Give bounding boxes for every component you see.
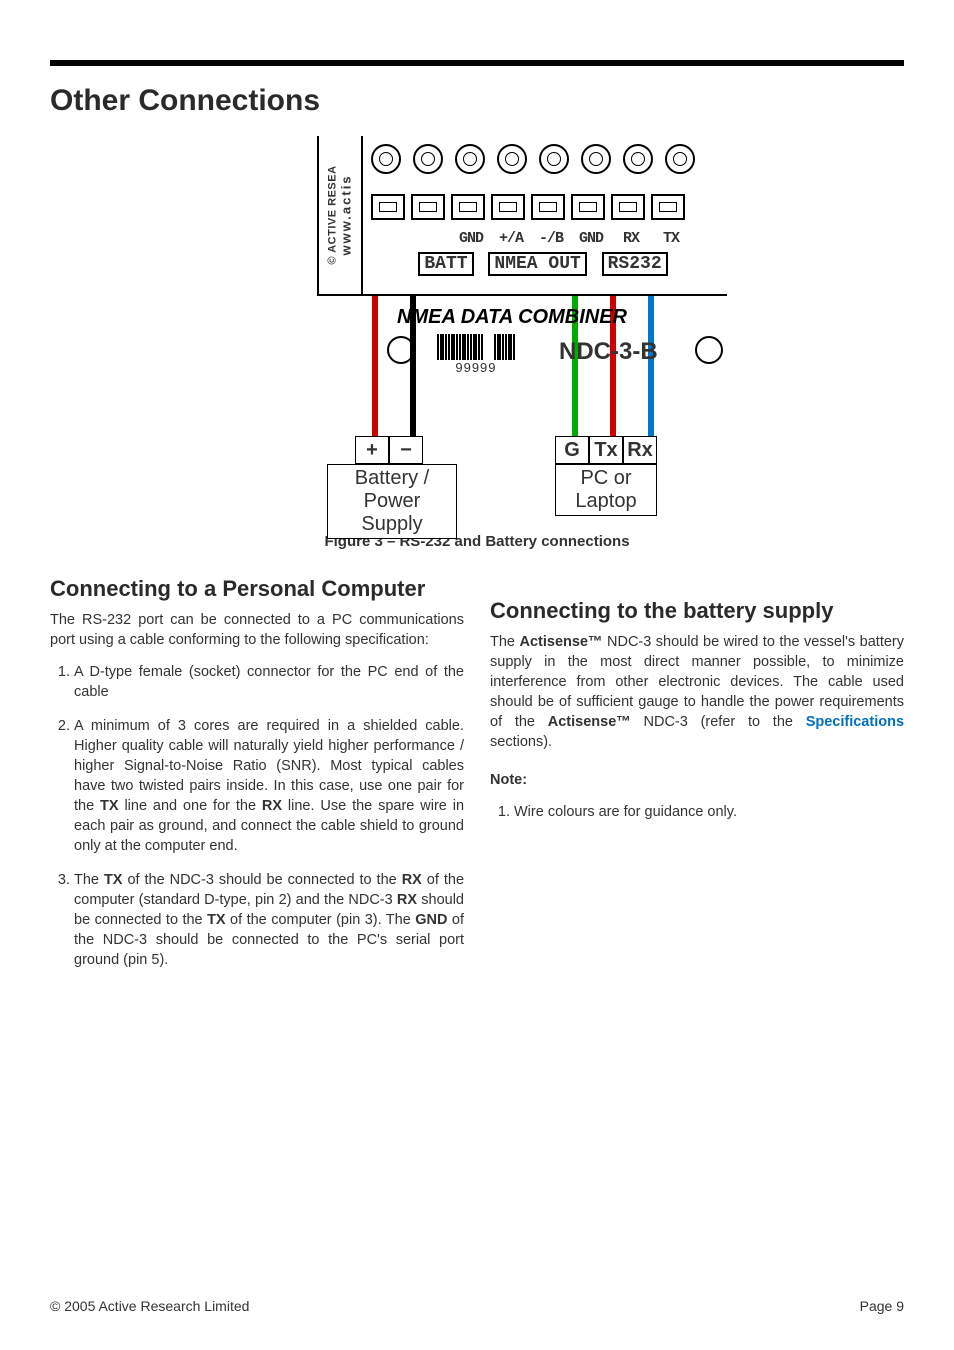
- battery-box: + −: [355, 436, 423, 464]
- battery-plus: +: [355, 436, 389, 464]
- screw-icon: [455, 144, 485, 174]
- list-item: Wire colours are for guidance only.: [514, 802, 904, 822]
- port-label-batt: BATT: [418, 252, 473, 276]
- device-title: NMEA DATA COMBINER: [397, 306, 627, 329]
- terminal-icon: [571, 194, 605, 220]
- document-header: NMEA Data Combiner - NDC-3-B: [50, 60, 904, 66]
- pc-tx: Tx: [589, 436, 623, 464]
- brand-sidebar: © ACTIVE RESEA www.actis: [319, 136, 363, 294]
- barcode: 99999: [437, 334, 515, 375]
- note-list: Wire colours are for guidance only.: [490, 802, 904, 822]
- subsection-heading-battery: Connecting to the battery supply: [490, 596, 904, 626]
- brand-url: www.actis: [339, 165, 354, 264]
- subsection-heading-pc: Connecting to a Personal Computer: [50, 574, 464, 604]
- terminal-icon: [491, 194, 525, 220]
- port-group-labels: BATT NMEA OUT RS232: [371, 252, 719, 276]
- mounting-hole-icon: [387, 336, 415, 364]
- battery-paragraph: The Actisense™ NDC-3 should be wired to …: [490, 632, 904, 752]
- terminal-icon: [531, 194, 565, 220]
- pc-gnd: G: [555, 436, 589, 464]
- list-item: A minimum of 3 cores are required in a s…: [74, 716, 464, 856]
- screw-icon: [581, 144, 611, 174]
- screw-icon: [371, 144, 401, 174]
- terminal-icon: [451, 194, 485, 220]
- pc-rx: Rx: [623, 436, 657, 464]
- terminal-icon: [611, 194, 645, 220]
- page-number: Page 9: [860, 1298, 904, 1314]
- screw-icon: [539, 144, 569, 174]
- page-footer: © 2005 Active Research Limited Page 9: [50, 1298, 904, 1314]
- figure-caption: Figure 3 – RS-232 and Battery connection…: [50, 533, 904, 550]
- battery-label: Battery / Power Supply: [327, 464, 457, 539]
- terminal-blocks: [371, 194, 723, 230]
- copyright: © 2005 Active Research Limited: [50, 1298, 249, 1314]
- pc-label: PC or Laptop: [555, 464, 657, 516]
- specifications-link[interactable]: Specifications: [806, 714, 904, 730]
- pc-intro: The RS-232 port can be connected to a PC…: [50, 610, 464, 650]
- mounting-hole-icon: [695, 336, 723, 364]
- header-title: NMEA Data Combiner - NDC-3-B: [500, 63, 898, 94]
- note-label: Note:: [490, 772, 527, 788]
- terminal-icon: [411, 194, 445, 220]
- brand-text: © ACTIVE RESEA: [327, 165, 339, 264]
- model-label: NDC-3-B: [559, 338, 658, 366]
- barcode-number: 99999: [437, 360, 515, 375]
- screw-icon: [623, 144, 653, 174]
- terminal-labels: GND +/A -/B GND RX TX: [371, 230, 719, 247]
- screw-icon: [665, 144, 695, 174]
- screw-terminals-top: [371, 144, 719, 174]
- pc-box: G Tx Rx: [555, 436, 657, 464]
- port-label-rs232: RS232: [602, 252, 668, 276]
- list-item: A D-type female (socket) connector for t…: [74, 662, 464, 702]
- screw-icon: [497, 144, 527, 174]
- terminal-icon: [651, 194, 685, 220]
- figure-3: © ACTIVE RESEA www.actis: [50, 136, 904, 521]
- right-column: Connecting to the battery supply The Act…: [490, 574, 904, 984]
- screw-icon: [413, 144, 443, 174]
- list-item: The TX of the NDC-3 should be connected …: [74, 870, 464, 970]
- battery-minus: −: [389, 436, 423, 464]
- port-label-nmea: NMEA OUT: [488, 252, 586, 276]
- pc-steps-list: A D-type female (socket) connector for t…: [50, 662, 464, 970]
- left-column: Connecting to a Personal Computer The RS…: [50, 574, 464, 984]
- pcb-outline: © ACTIVE RESEA www.actis: [317, 136, 727, 296]
- terminal-icon: [371, 194, 405, 220]
